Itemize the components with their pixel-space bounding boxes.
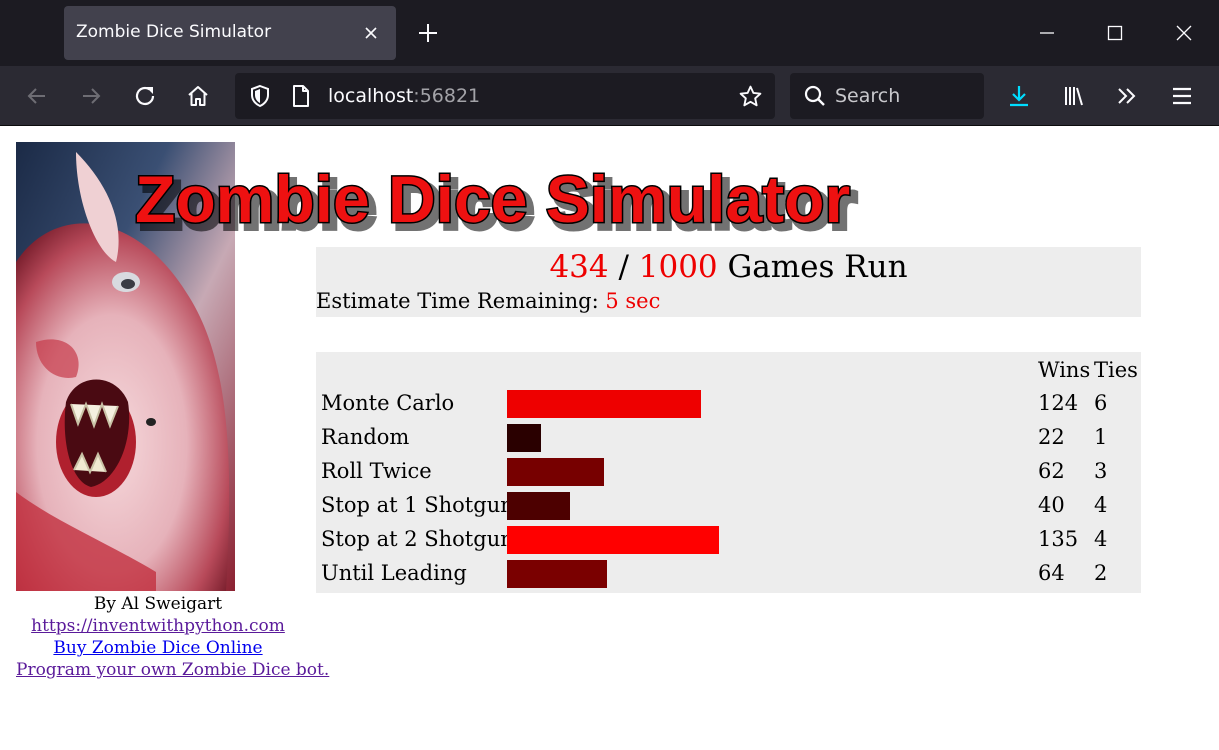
table-row: Monte Carlo 124 6	[316, 388, 1141, 422]
table-row: Stop at 1 Shotgun 40 4	[316, 490, 1141, 524]
table-row: Random 22 1	[316, 422, 1141, 456]
library-icon[interactable]	[1062, 84, 1086, 108]
win-bar	[507, 526, 719, 554]
time-remaining-line: Estimate Time Remaining: 5 sec	[316, 289, 660, 313]
url-port: :56821	[413, 85, 481, 107]
wins-value: 62	[1038, 459, 1065, 483]
buy-zombie-dice-link[interactable]: Buy Zombie Dice Online	[16, 637, 300, 659]
reload-icon[interactable]	[133, 84, 157, 108]
forward-arrow-icon[interactable]	[79, 84, 103, 108]
table-row: Stop at 2 Shotguns 135 4	[316, 524, 1141, 558]
inventwithpython-link[interactable]: https://inventwithpython.com	[16, 615, 300, 637]
bot-name: Stop at 1 Shotgun	[321, 493, 514, 517]
new-tab-icon[interactable]	[416, 21, 440, 45]
wins-value: 135	[1038, 527, 1079, 551]
results-table: Wins Ties Monte Carlo 124 6 Random 22 1 Roll T…	[316, 352, 1141, 593]
search-icon	[804, 85, 825, 106]
shield-icon[interactable]	[248, 84, 272, 108]
ties-value: 3	[1094, 459, 1108, 483]
program-bot-link[interactable]: Program your own Zombie Dice bot.	[16, 659, 329, 681]
search-box[interactable]: Search	[790, 73, 984, 119]
wins-value: 22	[1038, 425, 1065, 449]
games-total: 1000	[638, 249, 718, 285]
table-row: Roll Twice 62 3	[316, 456, 1141, 490]
ties-value: 1	[1094, 425, 1108, 449]
browser-titlebar: Zombie Dice Simulator	[0, 0, 1219, 66]
ties-value: 4	[1094, 493, 1108, 517]
bot-name: Until Leading	[321, 561, 467, 585]
page-icon[interactable]	[290, 84, 312, 108]
time-label: Estimate Time Remaining:	[316, 289, 606, 313]
maximize-icon[interactable]	[1104, 22, 1126, 44]
bot-name: Monte Carlo	[321, 391, 455, 415]
back-arrow-icon[interactable]	[25, 84, 49, 108]
wins-value: 40	[1038, 493, 1065, 517]
close-window-icon[interactable]	[1173, 22, 1195, 44]
wins-header: Wins	[1038, 358, 1091, 382]
browser-tab-active[interactable]: Zombie Dice Simulator	[64, 6, 396, 60]
games-done: 434	[549, 249, 609, 285]
overflow-chevron-icon[interactable]	[1115, 84, 1139, 108]
ties-value: 4	[1094, 527, 1108, 551]
close-tab-icon[interactable]	[361, 23, 381, 43]
win-bar	[507, 492, 570, 520]
games-run-line: 434 / 1000 Games Run	[316, 249, 1141, 285]
url-host: localhost	[328, 85, 414, 107]
download-icon[interactable]	[1007, 84, 1031, 108]
page-content: Zombie Dice Simulator Zombie Dice Simula…	[0, 127, 1219, 750]
minimize-icon[interactable]	[1036, 22, 1058, 44]
bot-name: Random	[321, 425, 410, 449]
credits: By Al Sweigart https://inventwithpython.…	[16, 593, 329, 681]
author-credit: By Al Sweigart	[93, 594, 223, 614]
svg-text:Zombie Dice Simulator: Zombie Dice Simulator	[135, 162, 850, 236]
browser-toolbar: localhost:56821 Search	[0, 66, 1219, 126]
win-bar	[507, 560, 607, 588]
url-bar[interactable]: localhost:56821	[235, 73, 775, 119]
tab-title: Zombie Dice Simulator	[76, 22, 272, 42]
bookmark-star-icon[interactable]	[738, 84, 763, 109]
progress-panel: 434 / 1000 Games Run Estimate Time Remai…	[316, 247, 1141, 317]
bot-name: Stop at 2 Shotguns	[321, 527, 525, 551]
time-value: 5 sec	[605, 289, 661, 313]
ties-value: 2	[1094, 561, 1108, 585]
home-icon[interactable]	[186, 84, 210, 108]
search-placeholder: Search	[835, 85, 901, 107]
url-text[interactable]: localhost:56821	[328, 85, 480, 107]
ties-value: 6	[1094, 391, 1108, 415]
win-bar	[507, 390, 701, 418]
win-bar	[507, 424, 541, 452]
wins-value: 64	[1038, 561, 1065, 585]
hamburger-menu-icon[interactable]	[1170, 84, 1194, 108]
bot-name: Roll Twice	[321, 459, 432, 483]
table-row: Until Leading 64 2	[316, 558, 1141, 592]
games-separator: /	[608, 249, 639, 285]
title-banner: Zombie Dice Simulator Zombie Dice Simula…	[134, 161, 860, 246]
games-suffix: Games Run	[717, 249, 908, 285]
win-bar	[507, 458, 604, 486]
wins-value: 124	[1038, 391, 1079, 415]
ties-header: Ties	[1094, 358, 1138, 382]
